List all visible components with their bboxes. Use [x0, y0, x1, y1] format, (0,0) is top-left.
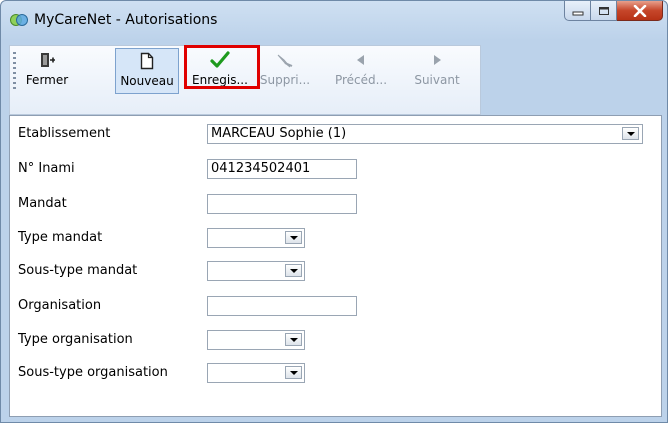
chevron-down-icon	[289, 370, 298, 375]
form-panel: Etablissement MARCEAU Sophie (1) N° Inam…	[9, 115, 662, 417]
sous-type-mandat-select[interactable]	[207, 261, 305, 281]
sous-type-mandat-dropdown-button[interactable]	[285, 264, 302, 277]
arrow-left-icon	[355, 48, 367, 72]
chevron-down-icon	[289, 337, 298, 342]
app-window: MyCareNet - Autorisations Fermer Nouveau…	[0, 0, 668, 423]
type-mandat-dropdown-button[interactable]	[285, 231, 302, 244]
window-title: MyCareNet - Autorisations	[34, 12, 218, 28]
new-button[interactable]: Nouveau	[115, 48, 179, 94]
row-mandat: Mandat	[10, 194, 661, 214]
chevron-down-icon	[289, 268, 298, 273]
type-organisation-select[interactable]	[207, 330, 305, 350]
organisation-label: Organisation	[18, 298, 102, 313]
delete-button[interactable]: Suppri...	[258, 48, 312, 94]
type-mandat-select[interactable]	[207, 228, 305, 248]
new-document-icon	[140, 49, 154, 73]
minimize-icon	[572, 11, 583, 15]
title-bar[interactable]: MyCareNet - Autorisations	[1, 1, 667, 39]
close-button[interactable]	[617, 1, 663, 21]
next-button[interactable]: Suivant	[408, 48, 466, 94]
maximize-button[interactable]	[591, 1, 617, 21]
etablissement-label: Etablissement	[18, 126, 111, 141]
sous-type-mandat-label: Sous-type mandat	[18, 263, 138, 278]
inami-label: N° Inami	[18, 161, 75, 176]
exit-door-icon	[38, 48, 56, 72]
close-form-button[interactable]: Fermer	[22, 48, 72, 94]
row-organisation: Organisation	[10, 296, 661, 316]
type-mandat-label: Type mandat	[18, 230, 103, 245]
eraser-icon	[275, 48, 295, 72]
chevron-down-icon	[626, 131, 635, 136]
sous-type-organisation-dropdown-button[interactable]	[285, 366, 302, 379]
previous-button[interactable]: Précéd...	[332, 48, 390, 94]
minimize-button[interactable]	[564, 1, 591, 21]
chevron-down-icon	[289, 235, 298, 240]
row-etablissement: Etablissement MARCEAU Sophie (1)	[10, 124, 661, 144]
row-sous-type-mandat: Sous-type mandat	[10, 261, 661, 281]
mandat-label: Mandat	[18, 196, 67, 211]
etablissement-select[interactable]: MARCEAU Sophie (1)	[207, 124, 643, 144]
type-organisation-label: Type organisation	[18, 332, 133, 347]
mycarenet-app-icon	[10, 12, 28, 28]
etablissement-dropdown-button[interactable]	[622, 127, 639, 140]
close-icon	[633, 4, 646, 17]
toolbar-grip[interactable]	[13, 52, 16, 92]
row-type-organisation: Type organisation	[10, 330, 661, 350]
row-type-mandat: Type mandat	[10, 228, 661, 248]
sous-type-organisation-select[interactable]	[207, 363, 305, 383]
row-inami: N° Inami 041234502401	[10, 159, 661, 179]
maximize-icon	[598, 6, 609, 15]
type-organisation-dropdown-button[interactable]	[285, 333, 302, 346]
arrow-right-icon	[431, 48, 443, 72]
save-button-highlight	[184, 45, 260, 89]
row-sous-type-organisation: Sous-type organisation	[10, 363, 661, 383]
sous-type-organisation-label: Sous-type organisation	[18, 365, 168, 380]
organisation-input[interactable]	[207, 296, 357, 316]
mandat-input[interactable]	[207, 194, 357, 214]
inami-input[interactable]: 041234502401	[207, 159, 357, 179]
